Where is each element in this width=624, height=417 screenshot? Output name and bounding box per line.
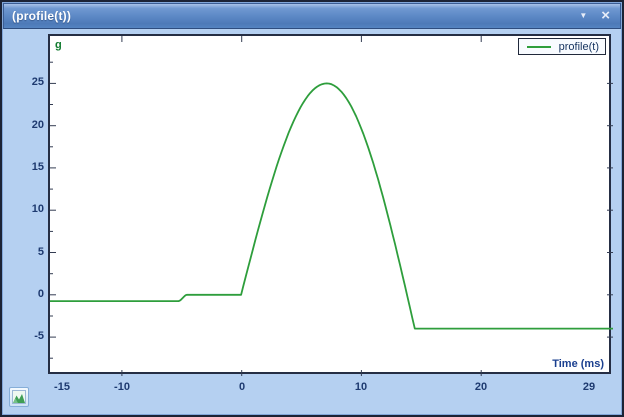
plot-properties-button[interactable] [9, 387, 29, 407]
y-tick-label: 5 [8, 246, 44, 258]
y-axis-unit-label: g [55, 39, 62, 51]
window-title: (profile(t)) [4, 9, 71, 23]
x-tick-label: 29 [567, 381, 611, 393]
x-tick-label: 0 [220, 381, 264, 393]
legend[interactable]: profile(t) [518, 38, 606, 55]
chart-canvas[interactable] [50, 36, 613, 376]
close-icon[interactable]: × [601, 8, 610, 23]
legend-label: profile(t) [559, 41, 599, 53]
window-controls: ▼ × [579, 10, 620, 23]
plot-area[interactable]: g Time (ms) profile(t) [48, 34, 611, 374]
profile-curve[interactable] [50, 83, 613, 328]
y-tick-label: 10 [8, 203, 44, 215]
y-tick-label: 25 [8, 76, 44, 88]
y-tick-label: -5 [8, 330, 44, 342]
x-tick-label: -15 [40, 381, 84, 393]
y-tick-label: 0 [8, 288, 44, 300]
area-chart-icon [12, 390, 26, 404]
plot-content: g Time (ms) profile(t) -15 -10 0 10 20 29 25 20… [5, 31, 619, 412]
window-titlebar[interactable]: (profile(t)) ▼ × [3, 3, 621, 29]
axis-ticks [50, 36, 613, 376]
legend-line-sample [527, 46, 551, 48]
y-tick-label: 20 [8, 119, 44, 131]
x-tick-label: 10 [339, 381, 383, 393]
dropdown-icon[interactable]: ▼ [579, 12, 587, 20]
x-tick-label: 20 [459, 381, 503, 393]
plot-window: (profile(t)) ▼ × g Time (ms) profile(t) … [0, 0, 624, 417]
x-tick-label: -10 [100, 381, 144, 393]
x-axis-label: Time (ms) [552, 358, 604, 370]
y-tick-label: 15 [8, 161, 44, 173]
